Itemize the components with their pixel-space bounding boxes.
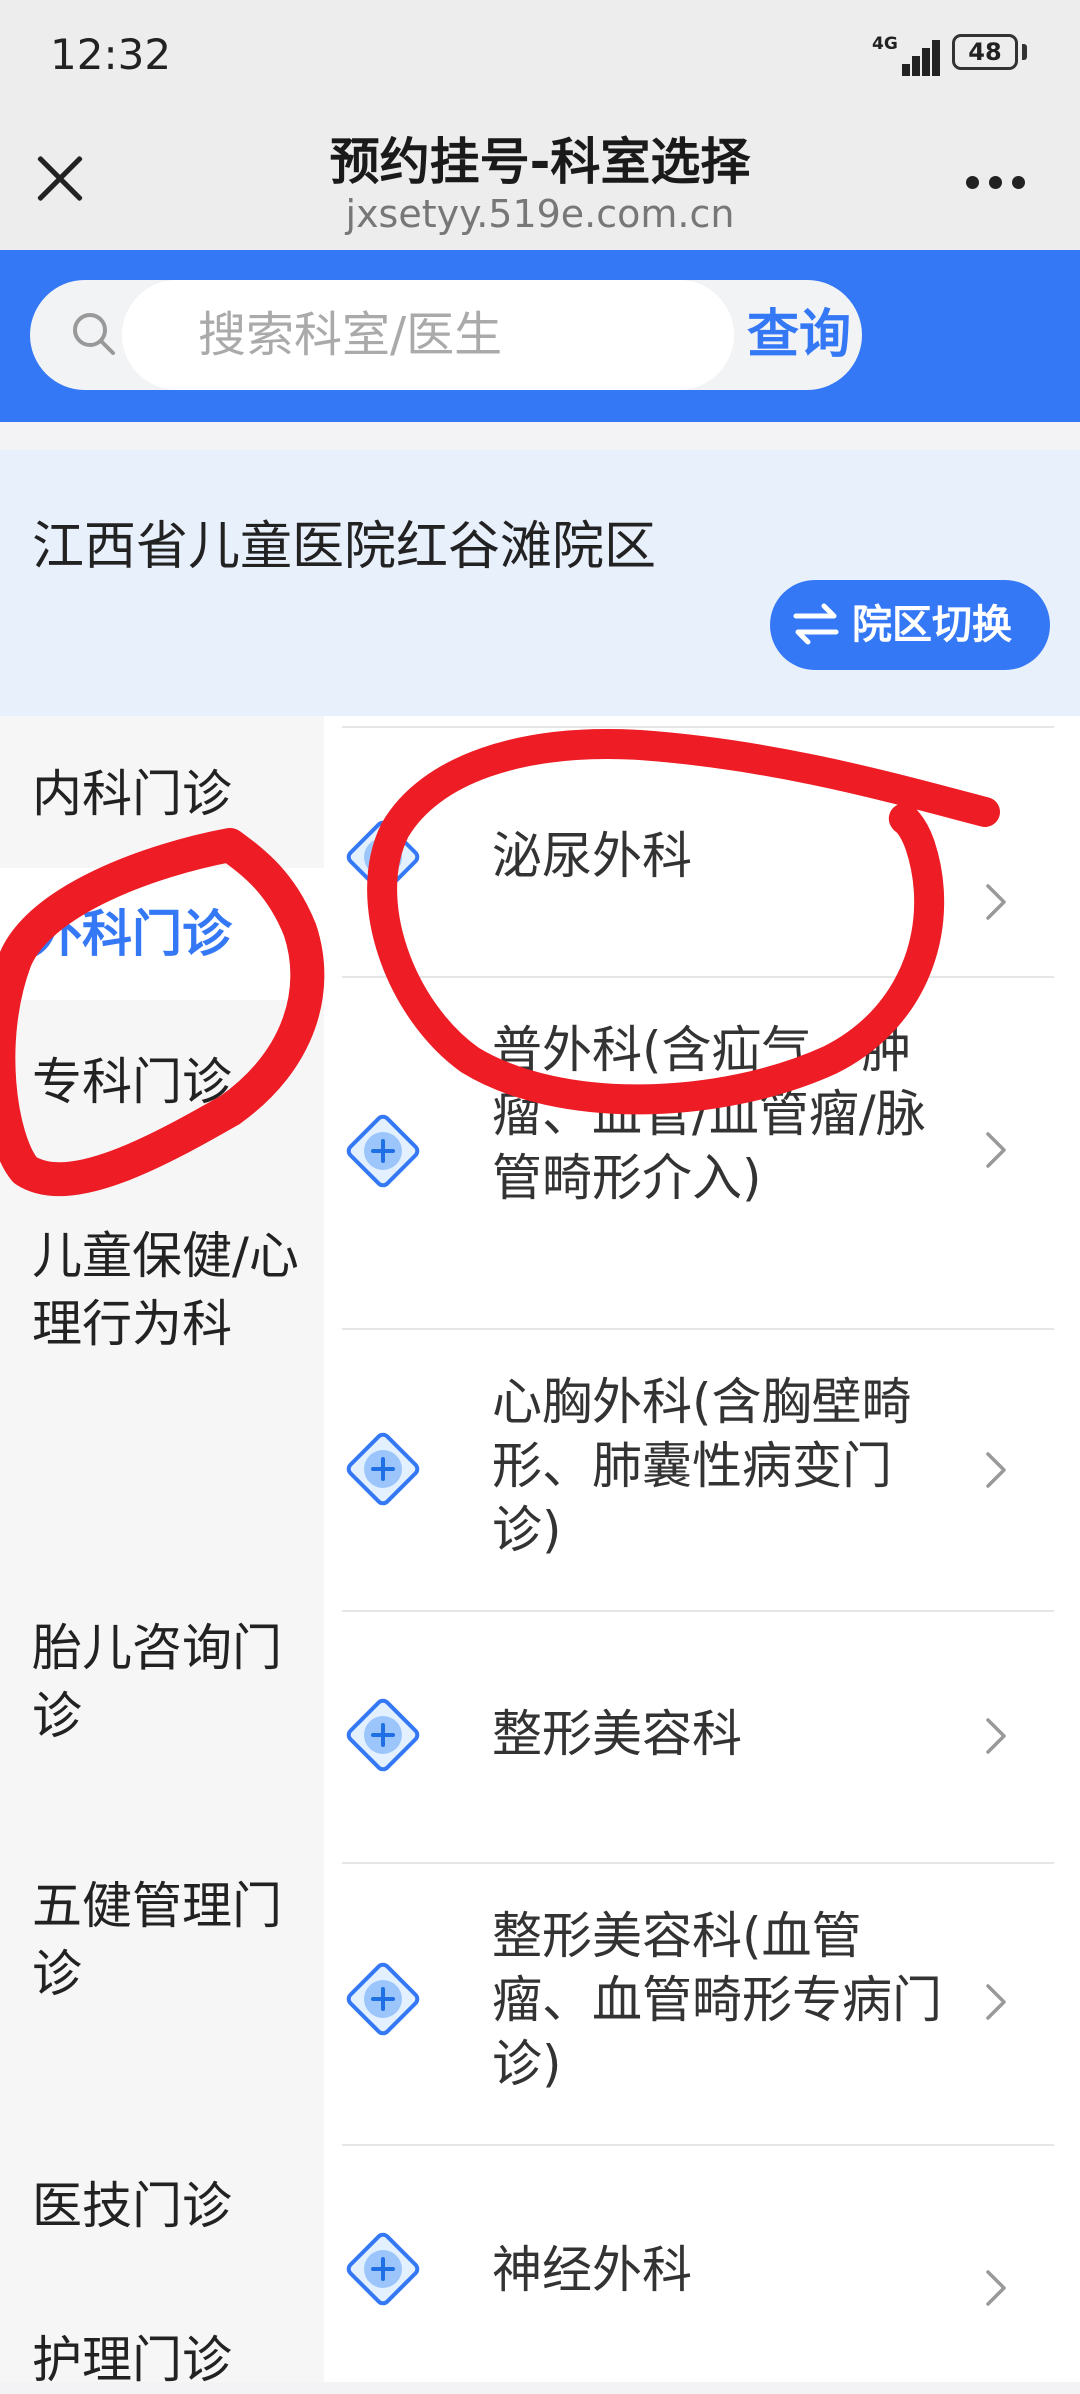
category-sidebar: 内科门诊 外科门诊 专科门诊 儿童保健/心理行为科 胎儿咨询门诊 五健管理门诊 … (0, 716, 324, 2389)
chevron-right-icon (986, 1132, 1006, 1168)
department-name: 整形美容科 (492, 1705, 742, 1763)
sidebar-item-specialty[interactable]: 专科门诊 (0, 1048, 324, 1116)
department-name: 心胸外科(含胸壁畸形、肺囊性病变门诊) (492, 1373, 912, 1559)
department-row[interactable]: 整形美容科 (324, 1612, 1080, 1862)
sidebar-item-internal[interactable]: 内科门诊 (0, 760, 324, 828)
battery-level: 48 (968, 38, 1002, 66)
hospital-name: 江西省儿童医院红谷滩院区 (32, 517, 657, 577)
chevron-right-icon (986, 1718, 1006, 1754)
swap-icon (793, 603, 839, 645)
department-row[interactable]: 神经外科 (324, 2146, 1080, 2382)
sidebar-item-nursing[interactable]: 护理门诊 (0, 2326, 324, 2394)
department-list: 泌尿外科 普外科(含疝气、肿瘤、血管/血管瘤/脉管畸形介入) 心胸外科(含胸壁畸… (324, 716, 1080, 2382)
search-button[interactable]: 查询 (736, 280, 862, 390)
department-name: 普外科(含疝气、肿瘤、血管/血管瘤/脉管畸形介入) (492, 1021, 926, 1207)
battery-tip (1022, 44, 1027, 60)
department-row[interactable]: 整形美容科(血管瘤、血管畸形专病门诊) (324, 1864, 1080, 2144)
sidebar-item-wellness[interactable]: 五健管理门诊 (0, 1872, 324, 2008)
signal-icon: 4G (872, 34, 940, 76)
department-name: 整形美容科(血管瘤、血管畸形专病门诊) (492, 1907, 942, 2093)
sidebar-item-fetal[interactable]: 胎儿咨询门诊 (0, 1614, 324, 1750)
department-row[interactable]: 普外科(含疝气、肿瘤、血管/血管瘤/脉管畸形介入) (324, 978, 1080, 1330)
department-name: 神经外科 (492, 2241, 692, 2299)
search-icon (73, 313, 115, 355)
campus-switch-label: 院区切换 (852, 602, 1012, 648)
add-department-icon (346, 1432, 420, 1506)
sidebar-item-child-care[interactable]: 儿童保健/心理行为科 (0, 1222, 324, 1358)
department-name: 泌尿外科 (492, 827, 692, 885)
sidebar-item-medtech[interactable]: 医技门诊 (0, 2172, 324, 2240)
department-row[interactable]: 心胸外科(含胸壁畸形、肺囊性病变门诊) (324, 1330, 1080, 1610)
search-bar: 查询 (0, 250, 1080, 422)
status-time: 12:32 (50, 30, 172, 79)
battery-icon: 48 (952, 34, 1018, 70)
status-bar: 12:32 4G 48 (0, 0, 1080, 110)
add-department-icon (346, 820, 420, 894)
chevron-right-icon (986, 1452, 1006, 1488)
chevron-right-icon (986, 884, 1006, 920)
campus-switch-button[interactable]: 院区切换 (770, 580, 1050, 670)
network-type: 4G (872, 34, 898, 54)
page-url: jxsetyy.519e.com.cn (345, 192, 735, 236)
title-bar: 预约挂号-科室选择 jxsetyy.519e.com.cn (0, 110, 1080, 250)
chevron-right-icon (986, 2270, 1006, 2306)
add-department-icon (346, 1698, 420, 1772)
search-box: 查询 (30, 280, 862, 390)
add-department-icon (346, 1962, 420, 2036)
add-department-icon (346, 2232, 420, 2306)
chevron-right-icon (986, 1984, 1006, 2020)
hospital-card: 江西省儿童医院红谷滩院区 院区切换 (0, 450, 1080, 716)
search-input[interactable] (122, 280, 734, 390)
department-row[interactable]: 泌尿外科 (324, 728, 1080, 990)
page-title: 预约挂号-科室选择 (329, 133, 751, 191)
more-menu-icon[interactable] (966, 176, 1026, 190)
sidebar-item-surgery[interactable]: 外科门诊 (0, 868, 324, 1000)
add-department-icon (346, 1114, 420, 1188)
